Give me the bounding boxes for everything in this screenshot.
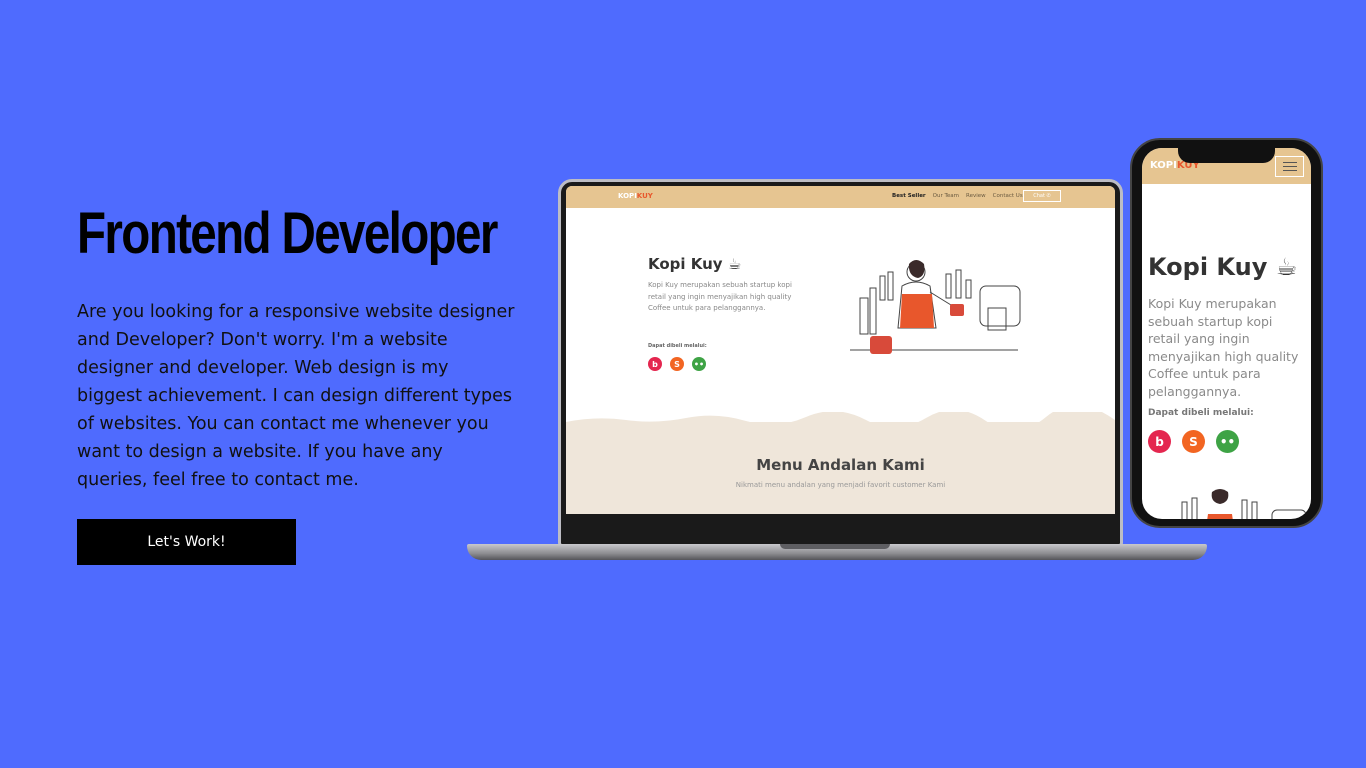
laptop-navbar: KOPIKUY Best Seller Our Team Review Cont… [566,186,1115,208]
phone-shop-icons: b S •• [1148,430,1239,453]
phone-notch [1178,148,1275,163]
laptop-hinge-notch [780,544,890,549]
hamburger-menu-icon[interactable] [1275,156,1304,177]
nav-item-best-seller[interactable]: Best Seller [892,193,926,199]
laptop-brand-heading: Kopi Kuy ☕ [648,255,741,273]
bukalapak-icon[interactable]: b [648,357,662,371]
barista-illustration-partial [1181,489,1307,519]
laptop-screen: KOPIKUY Best Seller Our Team Review Cont… [566,186,1115,514]
shopee-icon[interactable]: S [1182,430,1205,453]
brand-name: Kopi Kuy [1148,253,1268,281]
nav-item-our-team[interactable]: Our Team [933,193,959,199]
laptop-nav-menu: Best Seller Our Team Review Contact Us [892,193,1023,199]
tokopedia-icon[interactable]: •• [1216,430,1239,453]
barista-illustration [850,260,1021,354]
laptop-logo[interactable]: KOPIKUY [618,192,653,200]
shopee-icon[interactable]: S [670,357,684,371]
nav-item-contact-us[interactable]: Contact Us [993,193,1023,199]
laptop-buy-label: Dapat dibeli melalui: [648,343,707,349]
logo-prefix: KOPI [618,192,637,200]
phone-brand-description: Kopi Kuy merupakan sebuah startup kopi r… [1148,296,1299,399]
lets-work-button[interactable]: Let's Work! [77,519,296,565]
whatsapp-icon: ✆ [1046,193,1051,199]
menu-section-title: Menu Andalan Kami [756,456,925,474]
brand-name: Kopi Kuy [648,255,723,273]
laptop-brand-description: Kopi Kuy merupakan sebuah startup kopi r… [648,281,792,312]
phone-brand-heading: Kopi Kuy ☕ [1148,253,1297,281]
logo-suffix: KUY [636,192,653,200]
hero-title: Frontend Developer [77,201,498,266]
logo-prefix: KOPI [1150,160,1177,171]
nav-item-review[interactable]: Review [966,193,986,199]
coffee-cup-icon: ☕ [727,255,742,273]
tokopedia-icon[interactable]: •• [692,357,706,371]
chat-button[interactable]: Chat ✆ [1023,190,1061,202]
hero-description: Are you looking for a responsive website… [77,302,515,490]
chat-label: Chat [1033,193,1045,199]
phone-buy-label: Dapat dibeli melalui: [1148,408,1254,418]
coffee-cup-icon: ☕ [1275,253,1298,281]
laptop-shop-icons: b S •• [648,357,706,371]
phone-screen: KOPIKUY Kopi Kuy ☕ Kopi Kuy merupakan se… [1142,148,1311,519]
bukalapak-icon[interactable]: b [1148,430,1171,453]
menu-section-subtitle: Nikmati menu andalan yang menjadi favori… [735,481,946,489]
